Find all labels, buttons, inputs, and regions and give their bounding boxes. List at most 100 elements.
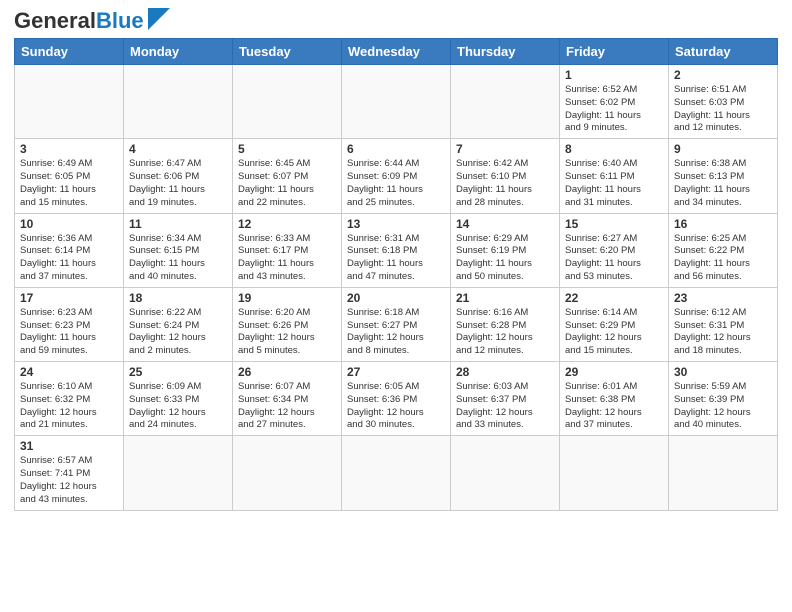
day-number: 5 xyxy=(238,142,336,156)
day-number: 3 xyxy=(20,142,118,156)
day-info: Sunrise: 6:05 AM Sunset: 6:36 PM Dayligh… xyxy=(347,381,445,432)
calendar-cell xyxy=(451,65,560,139)
day-info: Sunrise: 6:20 AM Sunset: 6:26 PM Dayligh… xyxy=(238,307,336,358)
calendar-cell: 24Sunrise: 6:10 AM Sunset: 6:32 PM Dayli… xyxy=(15,362,124,436)
calendar-cell: 8 Sunrise: 6:40 AM Sunset: 6:11 PM Daylig… xyxy=(560,139,669,213)
day-info: Sunrise: 6:07 AM Sunset: 6:34 PM Dayligh… xyxy=(238,381,336,432)
week-row-5: 31Sunrise: 6:57 AM Sunset: 7:41 PM Dayli… xyxy=(15,436,778,510)
day-number: 27 xyxy=(347,365,445,379)
day-info: Sunrise: 6:10 AM Sunset: 6:32 PM Dayligh… xyxy=(20,381,118,432)
calendar-cell: 19 Sunrise: 6:20 AM Sunset: 6:26 PM Dayli… xyxy=(233,287,342,361)
day-info: Sunrise: 6:31 AM Sunset: 6:18 PM Dayligh… xyxy=(347,233,445,284)
calendar-cell: 1Sunrise: 6:52 AM Sunset: 6:02 PM Daylig… xyxy=(560,65,669,139)
weekday-header-tuesday: Tuesday xyxy=(233,39,342,65)
day-number: 31 xyxy=(20,439,118,453)
day-info: Sunrise: 6:23 AM Sunset: 6:23 PM Dayligh… xyxy=(20,307,118,358)
calendar-cell: 26Sunrise: 6:07 AM Sunset: 6:34 PM Dayli… xyxy=(233,362,342,436)
calendar-cell: 21Sunrise: 6:16 AM Sunset: 6:28 PM Dayli… xyxy=(451,287,560,361)
calendar-cell: 13 Sunrise: 6:31 AM Sunset: 6:18 PM Dayli… xyxy=(342,213,451,287)
day-number: 21 xyxy=(456,291,554,305)
logo-blue: Blue xyxy=(96,8,144,33)
day-number: 6 xyxy=(347,142,445,156)
day-info: Sunrise: 6:09 AM Sunset: 6:33 PM Dayligh… xyxy=(129,381,227,432)
calendar-cell: 18 Sunrise: 6:22 AM Sunset: 6:24 PM Dayli… xyxy=(124,287,233,361)
day-info: Sunrise: 6:38 AM Sunset: 6:13 PM Dayligh… xyxy=(674,158,772,209)
calendar-cell xyxy=(451,436,560,510)
weekday-header-row: SundayMondayTuesdayWednesdayThursdayFrid… xyxy=(15,39,778,65)
weekday-header-wednesday: Wednesday xyxy=(342,39,451,65)
calendar-cell: 27 Sunrise: 6:05 AM Sunset: 6:36 PM Dayli… xyxy=(342,362,451,436)
day-info: Sunrise: 5:59 AM Sunset: 6:39 PM Dayligh… xyxy=(674,381,772,432)
calendar-cell: 22 Sunrise: 6:14 AM Sunset: 6:29 PM Dayli… xyxy=(560,287,669,361)
weekday-header-monday: Monday xyxy=(124,39,233,65)
week-row-4: 24Sunrise: 6:10 AM Sunset: 6:32 PM Dayli… xyxy=(15,362,778,436)
weekday-header-friday: Friday xyxy=(560,39,669,65)
day-number: 17 xyxy=(20,291,118,305)
calendar-cell: 9Sunrise: 6:38 AM Sunset: 6:13 PM Daylig… xyxy=(669,139,778,213)
calendar-cell xyxy=(342,436,451,510)
day-info: Sunrise: 6:52 AM Sunset: 6:02 PM Dayligh… xyxy=(565,84,663,135)
day-number: 25 xyxy=(129,365,227,379)
day-number: 29 xyxy=(565,365,663,379)
day-number: 10 xyxy=(20,217,118,231)
calendar-cell: 5 Sunrise: 6:45 AM Sunset: 6:07 PM Daylig… xyxy=(233,139,342,213)
calendar-cell: 29 Sunrise: 6:01 AM Sunset: 6:38 PM Dayli… xyxy=(560,362,669,436)
day-number: 30 xyxy=(674,365,772,379)
calendar-cell xyxy=(669,436,778,510)
calendar-cell xyxy=(233,436,342,510)
day-info: Sunrise: 6:01 AM Sunset: 6:38 PM Dayligh… xyxy=(565,381,663,432)
calendar-cell: 7 Sunrise: 6:42 AM Sunset: 6:10 PM Daylig… xyxy=(451,139,560,213)
day-number: 16 xyxy=(674,217,772,231)
week-row-1: 3Sunrise: 6:49 AM Sunset: 6:05 PM Daylig… xyxy=(15,139,778,213)
day-info: Sunrise: 6:18 AM Sunset: 6:27 PM Dayligh… xyxy=(347,307,445,358)
calendar-cell: 28 Sunrise: 6:03 AM Sunset: 6:37 PM Dayli… xyxy=(451,362,560,436)
day-number: 14 xyxy=(456,217,554,231)
page: GeneralBlue SundayMondayTuesdayWednesday… xyxy=(0,0,792,521)
day-number: 23 xyxy=(674,291,772,305)
calendar-cell xyxy=(342,65,451,139)
day-info: Sunrise: 6:14 AM Sunset: 6:29 PM Dayligh… xyxy=(565,307,663,358)
logo-area: GeneralBlue xyxy=(14,10,170,32)
calendar-cell: 12 Sunrise: 6:33 AM Sunset: 6:17 PM Dayli… xyxy=(233,213,342,287)
calendar-cell: 20Sunrise: 6:18 AM Sunset: 6:27 PM Dayli… xyxy=(342,287,451,361)
day-info: Sunrise: 6:40 AM Sunset: 6:11 PM Dayligh… xyxy=(565,158,663,209)
header: GeneralBlue xyxy=(14,10,778,32)
calendar-cell: 2 Sunrise: 6:51 AM Sunset: 6:03 PM Daylig… xyxy=(669,65,778,139)
day-info: Sunrise: 6:22 AM Sunset: 6:24 PM Dayligh… xyxy=(129,307,227,358)
logo-general: General xyxy=(14,8,96,33)
day-info: Sunrise: 6:33 AM Sunset: 6:17 PM Dayligh… xyxy=(238,233,336,284)
day-info: Sunrise: 6:25 AM Sunset: 6:22 PM Dayligh… xyxy=(674,233,772,284)
day-number: 7 xyxy=(456,142,554,156)
day-number: 28 xyxy=(456,365,554,379)
day-number: 18 xyxy=(129,291,227,305)
calendar-cell: 11Sunrise: 6:34 AM Sunset: 6:15 PM Dayli… xyxy=(124,213,233,287)
day-number: 2 xyxy=(674,68,772,82)
calendar-cell: 17 Sunrise: 6:23 AM Sunset: 6:23 PM Dayli… xyxy=(15,287,124,361)
week-row-2: 10 Sunrise: 6:36 AM Sunset: 6:14 PM Dayli… xyxy=(15,213,778,287)
day-number: 8 xyxy=(565,142,663,156)
logo-text: GeneralBlue xyxy=(14,10,144,32)
day-info: Sunrise: 6:42 AM Sunset: 6:10 PM Dayligh… xyxy=(456,158,554,209)
day-info: Sunrise: 6:45 AM Sunset: 6:07 PM Dayligh… xyxy=(238,158,336,209)
calendar-cell: 10 Sunrise: 6:36 AM Sunset: 6:14 PM Dayli… xyxy=(15,213,124,287)
calendar-cell xyxy=(124,65,233,139)
day-info: Sunrise: 6:29 AM Sunset: 6:19 PM Dayligh… xyxy=(456,233,554,284)
day-number: 13 xyxy=(347,217,445,231)
calendar-cell xyxy=(560,436,669,510)
calendar: SundayMondayTuesdayWednesdayThursdayFrid… xyxy=(14,38,778,511)
day-number: 15 xyxy=(565,217,663,231)
calendar-cell: 31Sunrise: 6:57 AM Sunset: 7:41 PM Dayli… xyxy=(15,436,124,510)
calendar-cell: 30 Sunrise: 5:59 AM Sunset: 6:39 PM Dayli… xyxy=(669,362,778,436)
day-number: 22 xyxy=(565,291,663,305)
day-info: Sunrise: 6:44 AM Sunset: 6:09 PM Dayligh… xyxy=(347,158,445,209)
calendar-cell: 15Sunrise: 6:27 AM Sunset: 6:20 PM Dayli… xyxy=(560,213,669,287)
calendar-cell: 25 Sunrise: 6:09 AM Sunset: 6:33 PM Dayli… xyxy=(124,362,233,436)
day-info: Sunrise: 6:51 AM Sunset: 6:03 PM Dayligh… xyxy=(674,84,772,135)
week-row-3: 17 Sunrise: 6:23 AM Sunset: 6:23 PM Dayli… xyxy=(15,287,778,361)
day-info: Sunrise: 6:36 AM Sunset: 6:14 PM Dayligh… xyxy=(20,233,118,284)
calendar-cell: 23Sunrise: 6:12 AM Sunset: 6:31 PM Dayli… xyxy=(669,287,778,361)
day-info: Sunrise: 6:03 AM Sunset: 6:37 PM Dayligh… xyxy=(456,381,554,432)
day-number: 12 xyxy=(238,217,336,231)
day-number: 19 xyxy=(238,291,336,305)
calendar-cell: 6 Sunrise: 6:44 AM Sunset: 6:09 PM Daylig… xyxy=(342,139,451,213)
